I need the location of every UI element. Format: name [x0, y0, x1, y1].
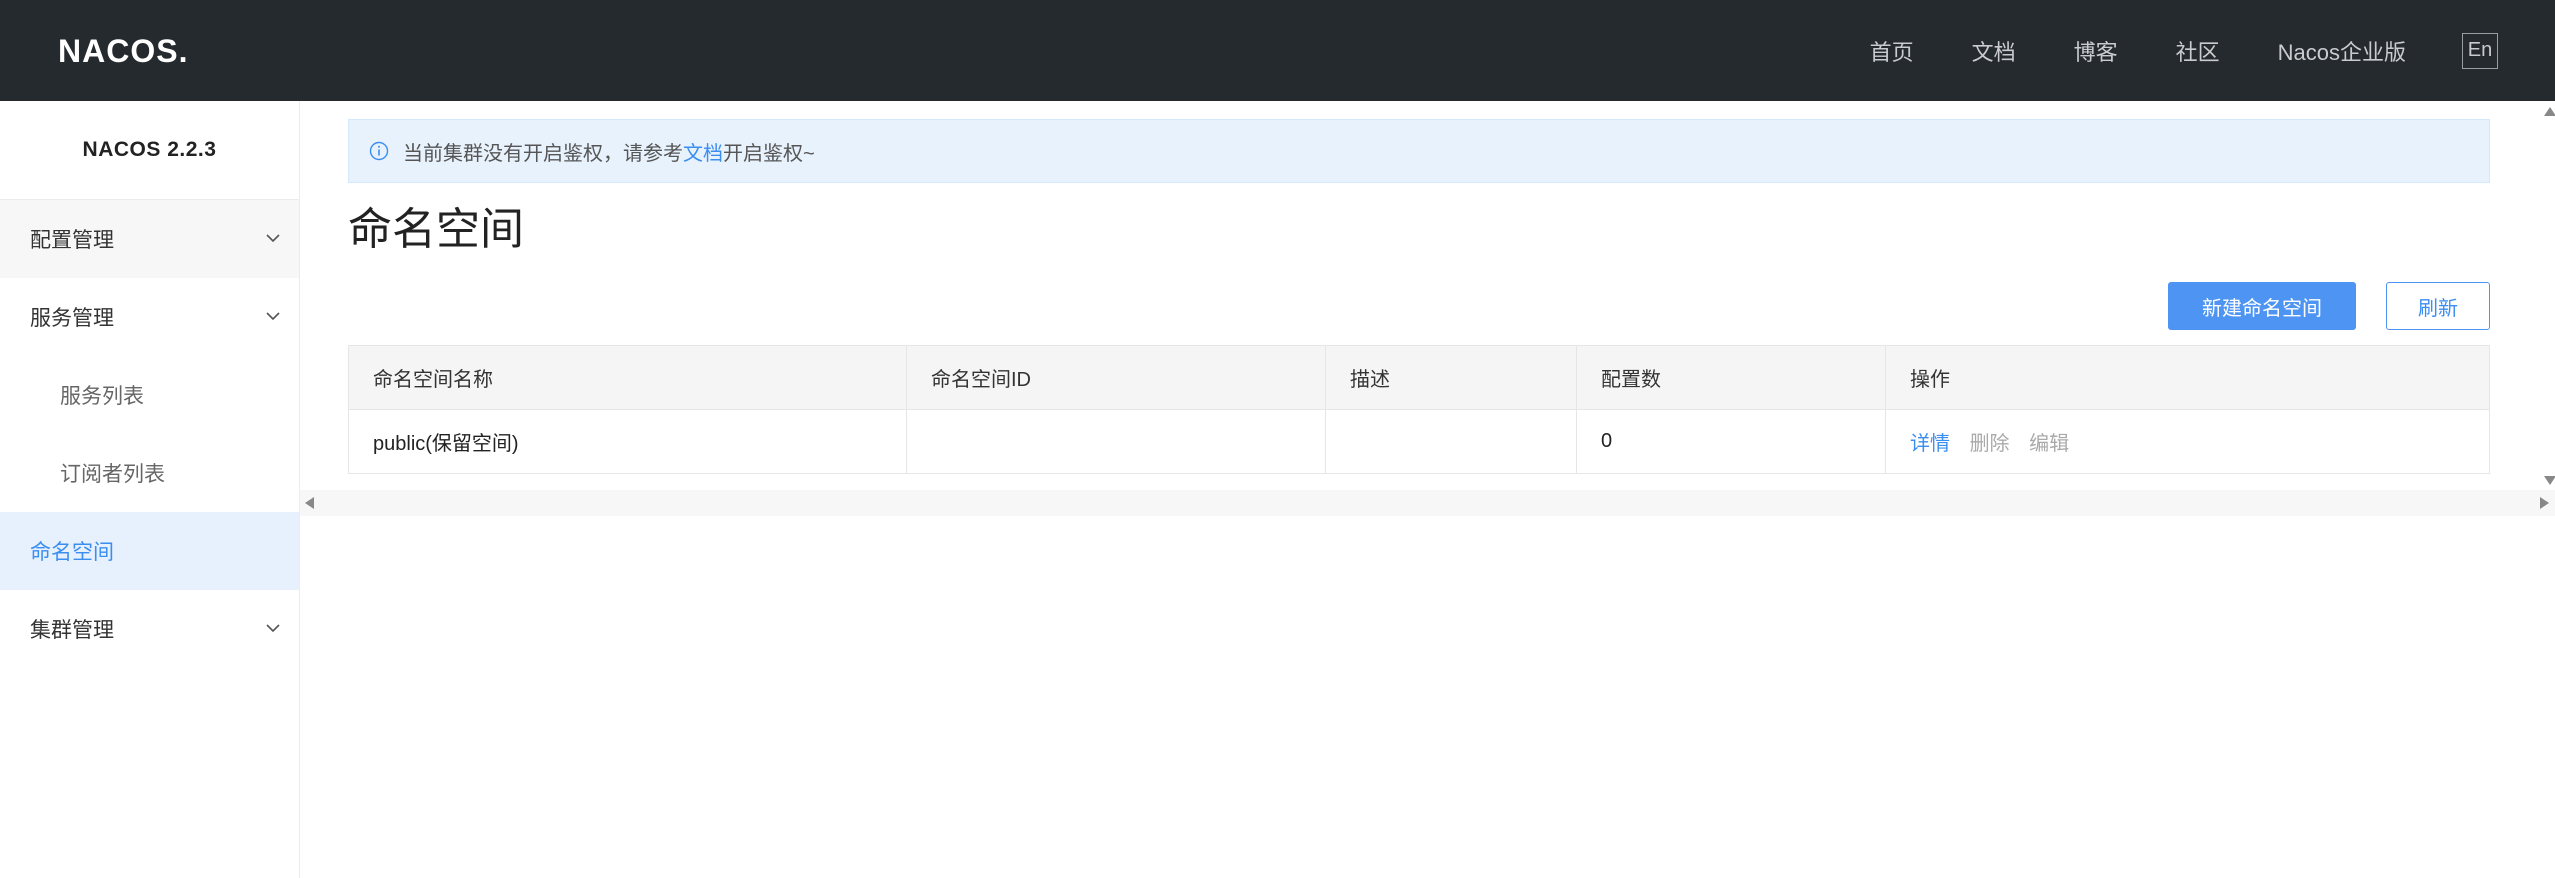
table-header-row: 命名空间名称 命名空间ID 描述 配置数 操作	[348, 345, 2490, 410]
sidebar-item-label: 服务列表	[60, 385, 144, 408]
sidebar-item-cluster-management[interactable]: 集群管理	[0, 590, 299, 668]
column-header-config-count: 配置数	[1576, 345, 1886, 410]
table-row: public(保留空间) 0 详情 删除 编辑	[348, 409, 2490, 474]
cell-actions: 详情 删除 编辑	[1885, 409, 2490, 474]
nav-home[interactable]: 首页	[1870, 35, 1914, 67]
top-header: NACOS. 首页 文档 博客 社区 Nacos企业版 En	[0, 0, 2555, 101]
sidebar-item-label: 服务管理	[30, 307, 114, 330]
sidebar-item-subscriber-list[interactable]: 订阅者列表	[0, 434, 299, 512]
refresh-button[interactable]: 刷新	[2386, 282, 2490, 330]
sidebar-item-service-list[interactable]: 服务列表	[0, 356, 299, 434]
edit-link: 编辑	[2029, 433, 2070, 455]
column-header-id: 命名空间ID	[906, 345, 1326, 410]
logo-wordmark: NACOS.	[58, 33, 188, 69]
logo-graphic: NACOS.	[58, 33, 188, 69]
scroll-right-arrow-icon[interactable]	[2540, 497, 2549, 509]
sidebar-item-label: 命名空间	[30, 541, 114, 564]
column-header-actions: 操作	[1885, 345, 2490, 410]
sidebar-item-label: 配置管理	[30, 229, 114, 252]
language-toggle-button[interactable]: En	[2462, 32, 2498, 69]
cell-description	[1325, 409, 1577, 474]
cell-namespace-id	[906, 409, 1326, 474]
nacos-logo[interactable]: NACOS.	[58, 28, 208, 72]
sidebar-title: NACOS 2.2.3	[0, 101, 299, 200]
chevron-down-icon	[266, 624, 280, 633]
notice-docs-link[interactable]: 文档	[683, 137, 723, 166]
scroll-down-arrow-icon[interactable]	[2544, 476, 2555, 485]
column-header-description: 描述	[1325, 345, 1577, 410]
sidebar-item-label: 集群管理	[30, 619, 114, 642]
main-content: 当前集群没有开启鉴权，请参考 文档 开启鉴权~ 命名空间 新建命名空间 刷新 命名空…	[300, 101, 2555, 878]
chevron-down-icon	[266, 234, 280, 243]
cell-namespace-name: public(保留空间)	[348, 409, 907, 474]
scroll-up-arrow-icon[interactable]	[2544, 107, 2555, 116]
sidebar-item-label: 订阅者列表	[60, 463, 165, 486]
sidebar-item-namespace[interactable]: 命名空间	[0, 512, 299, 590]
page-title: 命名空间	[348, 205, 524, 254]
auth-notice: 当前集群没有开启鉴权，请参考 文档 开启鉴权~	[348, 119, 2490, 183]
delete-link: 删除	[1969, 433, 2010, 455]
chevron-down-icon	[266, 312, 280, 321]
namespace-table: 命名空间名称 命名空间ID 描述 配置数 操作 public(保留空间) 0 详…	[348, 345, 2490, 474]
nav-community[interactable]: 社区	[2176, 35, 2220, 67]
column-header-name: 命名空间名称	[348, 345, 907, 410]
detail-link[interactable]: 详情	[1910, 433, 1950, 455]
top-nav: 首页 文档 博客 社区 Nacos企业版 En	[1870, 0, 2555, 101]
new-namespace-button[interactable]: 新建命名空间	[2168, 282, 2356, 330]
nav-enterprise[interactable]: Nacos企业版	[2278, 35, 2406, 67]
notice-text-prefix: 当前集群没有开启鉴权，请参考	[403, 142, 683, 165]
scroll-left-arrow-icon[interactable]	[305, 497, 314, 509]
nav-docs[interactable]: 文档	[1972, 35, 2016, 67]
nav-blog[interactable]: 博客	[2074, 35, 2118, 67]
cell-config-count: 0	[1576, 409, 1886, 474]
notice-text-suffix: 开启鉴权~	[723, 142, 815, 165]
horizontal-scrollbar[interactable]	[300, 490, 2555, 516]
sidebar: NACOS 2.2.3 配置管理 服务管理 服务列表 订阅者列表 命名空间 集群…	[0, 101, 300, 878]
sidebar-item-config-management[interactable]: 配置管理	[0, 200, 299, 278]
info-icon	[369, 141, 389, 161]
sidebar-item-service-management[interactable]: 服务管理	[0, 278, 299, 356]
